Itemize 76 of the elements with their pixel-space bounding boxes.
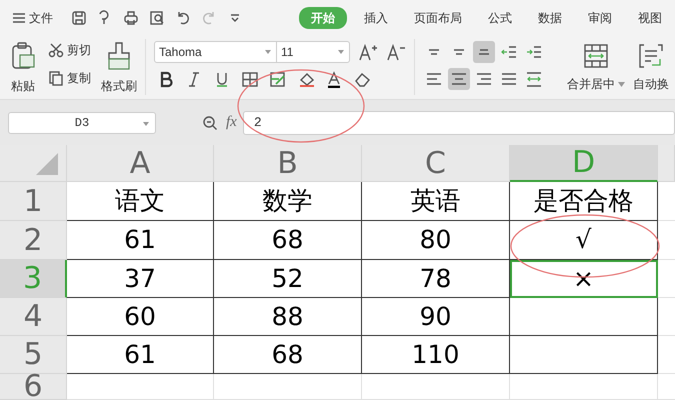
wrap-text-icon [638,43,664,69]
brush-icon [107,41,131,71]
align-bottom-icon [478,49,490,55]
merge-center-button[interactable]: 合并居中 [567,43,625,93]
align-right-icon [476,73,492,85]
paste-button[interactable]: 粘贴 [10,41,36,95]
align-left-icon [426,73,442,85]
row-header[interactable]: 2 [0,221,67,260]
underline-icon[interactable] [214,71,230,88]
table-cell: 是否合格 [510,182,658,221]
dropdown-arrow-icon [142,120,150,126]
table-cell: 数学 [214,182,362,221]
increase-font-icon[interactable] [358,43,378,61]
align-top-icon [428,49,440,55]
align-button[interactable] [473,41,495,63]
table-cell: 88 [214,298,362,336]
scissors-icon [48,42,64,58]
menu-icon [12,12,26,24]
table-cell: 61 [67,336,214,374]
caret-icon [618,82,625,86]
fx-label[interactable]: fx [226,111,237,134]
save-icon[interactable] [71,10,87,26]
ribbon-tab[interactable]: 页面布局 [405,6,471,28]
fill-color-icon[interactable] [298,71,314,88]
zoom-icon[interactable] [202,114,218,130]
font-color-icon[interactable] [326,71,342,88]
table-cell: 37 [67,260,214,298]
table-cell: 61 [67,221,214,260]
ribbon-tab[interactable]: 公式 [479,6,521,28]
wrap-text-button[interactable]: 自动换 [633,43,669,93]
table-cell: √ [510,221,658,260]
ribbon-tab[interactable]: 数据 [529,6,571,28]
file-menu-button[interactable]: 文件 [12,8,53,26]
formula-field[interactable]: 2 [242,110,675,134]
copy-icon [48,70,64,86]
ribbon-tab[interactable]: 视图 [629,6,671,28]
table-cell: 60 [67,298,214,336]
table-cell: 110 [362,336,510,374]
table-cell: 68 [214,336,362,374]
column-header[interactable]: B [214,145,362,182]
table-cell: 68 [214,221,362,260]
row-header[interactable]: 5 [0,336,67,374]
row-header[interactable]: 1 [0,182,67,221]
column-header[interactable]: A [67,145,214,182]
format-painter-button[interactable]: 格式刷 [101,41,137,95]
column-header[interactable]: C [362,145,510,182]
name-box[interactable]: D3 [8,112,156,134]
table-cell: 90 [362,298,510,336]
align-middle-icon [453,49,465,55]
merge-cells-icon [583,43,609,69]
clipboard-icon [10,41,36,71]
cut-button[interactable]: 剪切 [48,41,91,59]
eraser-icon[interactable] [354,71,370,88]
increase-indent-icon [526,46,542,58]
row-header[interactable]: 6 [0,374,67,400]
print-preview-icon[interactable] [149,10,165,26]
conditional-format-icon[interactable] [270,71,286,88]
table-cell: 语文 [67,182,214,221]
copy-button[interactable]: 复制 [48,69,91,87]
distributed-align-icon [526,72,542,86]
print-icon[interactable] [123,10,139,26]
decrease-indent-icon [501,46,517,58]
table-cell: 52 [214,260,362,298]
decrease-font-icon[interactable] [386,43,406,61]
ribbon-tab[interactable]: 审阅 [579,6,621,28]
justify-icon [501,73,517,85]
ribbon-tab[interactable]: 插入 [355,6,397,28]
align-button[interactable] [448,68,470,90]
bold-icon[interactable] [158,71,174,88]
borders-icon[interactable] [242,71,258,88]
row-header[interactable]: 4 [0,298,67,336]
table-cell: 78 [362,260,510,298]
align-center-icon [451,73,467,85]
table-cell: 80 [362,221,510,260]
italic-icon[interactable] [186,71,202,88]
table-cell: 英语 [362,182,510,221]
